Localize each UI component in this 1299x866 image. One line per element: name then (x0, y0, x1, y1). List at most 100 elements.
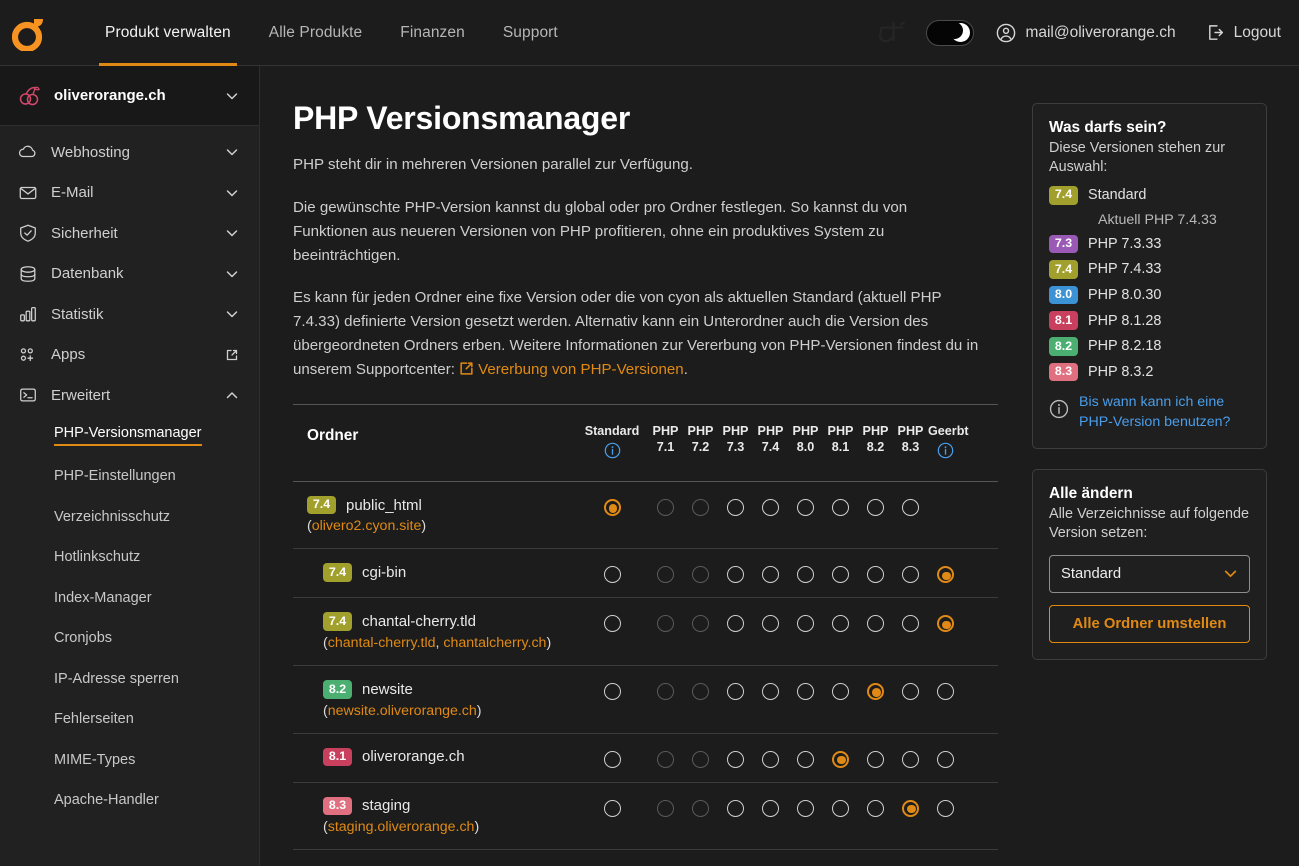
change-all-subtitle: Alle Verzeichnisse auf folgende Version … (1049, 505, 1249, 542)
sidebar-item-verzeichnisschutz[interactable]: Verzeichnisschutz (0, 497, 259, 538)
radio-php-80[interactable] (797, 799, 814, 817)
nav-item-finanzen[interactable]: Finanzen (381, 0, 484, 66)
sidebar-item-datenbank[interactable]: Datenbank (0, 254, 259, 295)
sidebar-item-e-mail[interactable]: E-Mail (0, 173, 259, 214)
radio-php-83[interactable] (902, 683, 919, 701)
sidebar-item-php-versionsmanager[interactable]: PHP-Versionsmanager (0, 416, 259, 457)
radio-php-74[interactable] (762, 615, 779, 633)
geerbt-info-icon[interactable] (928, 442, 963, 459)
radio-standard[interactable] (603, 799, 621, 817)
radio-php-71[interactable] (657, 750, 674, 768)
radio-php-83[interactable] (902, 498, 919, 516)
radio-php-82[interactable] (867, 750, 884, 768)
sidebar-item-mime-types[interactable]: MIME-Types (0, 740, 259, 781)
radio-geerbt[interactable] (937, 615, 954, 633)
radio-geerbt[interactable] (937, 683, 954, 701)
radio-geerbt[interactable] (937, 566, 954, 584)
radio-php-80[interactable] (797, 498, 814, 516)
radio-php-73[interactable] (727, 683, 744, 701)
radio-php-83[interactable] (902, 566, 919, 584)
radio-geerbt[interactable] (937, 750, 954, 768)
radio-php-82[interactable] (867, 566, 884, 584)
radio-php-81[interactable] (832, 498, 849, 516)
sidebar-item-cronjobs[interactable]: Cronjobs (0, 618, 259, 659)
sidebar-item-erweitert[interactable]: Erweitert (0, 375, 259, 416)
version-select[interactable]: Standard (1049, 554, 1250, 593)
user-menu[interactable]: mail@oliverorange.ch (996, 23, 1176, 43)
radio-php-72[interactable] (692, 498, 709, 516)
php-version-lifetime-link[interactable]: Bis wann kann ich eine PHP-Version benut… (1049, 393, 1250, 431)
sidebar-item-index-manager[interactable]: Index-Manager (0, 578, 259, 619)
logout-button[interactable]: Logout (1206, 23, 1281, 42)
sidebar-item-fehlerseiten[interactable]: Fehlerseiten (0, 699, 259, 740)
radio-php-81[interactable] (832, 799, 849, 817)
folder-alias-link[interactable]: chantal-cherry.tld (328, 635, 436, 651)
radio-php-82[interactable] (867, 498, 884, 516)
radio-php-71[interactable] (657, 615, 674, 633)
radio-geerbt[interactable] (937, 799, 954, 817)
radio-php-74[interactable] (762, 799, 779, 817)
sidebar-item-ip-adresse-sperren[interactable]: IP-Adresse sperren (0, 659, 259, 700)
nav-item-produkt-verwalten[interactable]: Produkt verwalten (86, 0, 250, 66)
radio-php-73[interactable] (727, 566, 744, 584)
folder-alias-link[interactable]: staging.oliverorange.ch (328, 819, 475, 835)
radio-php-80[interactable] (797, 683, 814, 701)
radio-php-71[interactable] (657, 566, 674, 584)
radio-php-72[interactable] (692, 799, 709, 817)
main-area: PHP Versionsmanager PHP steht dir in meh… (260, 66, 1299, 866)
radio-standard[interactable] (603, 615, 621, 633)
radio-php-83[interactable] (902, 799, 919, 817)
sidebar-item-webhosting[interactable]: Webhosting (0, 132, 259, 173)
radio-php-73[interactable] (727, 799, 744, 817)
radio-standard[interactable] (603, 683, 621, 701)
change-all-folders-button[interactable]: Alle Ordner umstellen (1049, 604, 1250, 643)
radio-php-82[interactable] (867, 799, 884, 817)
sidebar-item-apache-handler[interactable]: Apache-Handler (0, 780, 259, 821)
radio-php-81[interactable] (832, 615, 849, 633)
radio-php-72[interactable] (692, 750, 709, 768)
sidebar-item-sicherheit[interactable]: Sicherheit (0, 213, 259, 254)
folder-alias-link[interactable]: olivero2.cyon.site (312, 518, 422, 534)
folder-alias-link[interactable]: newsite.oliverorange.ch (328, 703, 477, 719)
radio-php-73[interactable] (727, 615, 744, 633)
radio-php-80[interactable] (797, 750, 814, 768)
folder-alias-link[interactable]: chantalcherry.ch (443, 635, 546, 651)
radio-php-71[interactable] (657, 683, 674, 701)
radio-php-83[interactable] (902, 615, 919, 633)
nav-item-alle-produkte[interactable]: Alle Produkte (250, 0, 382, 66)
standard-info-icon[interactable] (576, 442, 648, 459)
radio-php-74[interactable] (762, 683, 779, 701)
sidebar-domain-selector[interactable]: oliverorange.ch (0, 66, 259, 126)
radio-php-72[interactable] (692, 615, 709, 633)
sidebar-item-hotlinkschutz[interactable]: Hotlinkschutz (0, 537, 259, 578)
radio-php-73[interactable] (727, 498, 744, 516)
sidebar-item-apps[interactable]: Apps (0, 335, 259, 376)
radio-php-72[interactable] (692, 566, 709, 584)
sidebar-subitem-label: PHP-Versionsmanager (54, 425, 202, 447)
radio-php-80[interactable] (797, 615, 814, 633)
radio-php-81[interactable] (832, 750, 849, 768)
dark-mode-toggle[interactable] (926, 19, 975, 46)
inheritance-doc-link[interactable]: Vererbung von PHP-Versionen (478, 361, 684, 378)
radio-php-74[interactable] (762, 750, 779, 768)
radio-standard[interactable] (603, 750, 621, 768)
radio-php-71[interactable] (657, 498, 674, 516)
sidebar-item-php-einstellungen[interactable]: PHP-Einstellungen (0, 456, 259, 497)
radio-php-74[interactable] (762, 498, 779, 516)
radio-php-71[interactable] (657, 799, 674, 817)
radio-php-82[interactable] (867, 615, 884, 633)
radio-php-73[interactable] (727, 750, 744, 768)
radio-php-72[interactable] (692, 683, 709, 701)
nav-item-support[interactable]: Support (484, 0, 577, 66)
radio-standard[interactable] (603, 498, 621, 516)
radio-php-80[interactable] (797, 566, 814, 584)
cyon-logo[interactable] (0, 0, 60, 66)
radio-standard[interactable] (603, 566, 621, 584)
radio-php-83[interactable] (902, 750, 919, 768)
radio-php-82[interactable] (867, 683, 884, 701)
radio-php-74[interactable] (762, 566, 779, 584)
version-badge: 7.4 (307, 495, 336, 515)
radio-php-81[interactable] (832, 683, 849, 701)
sidebar-item-statistik[interactable]: Statistik (0, 294, 259, 335)
radio-php-81[interactable] (832, 566, 849, 584)
